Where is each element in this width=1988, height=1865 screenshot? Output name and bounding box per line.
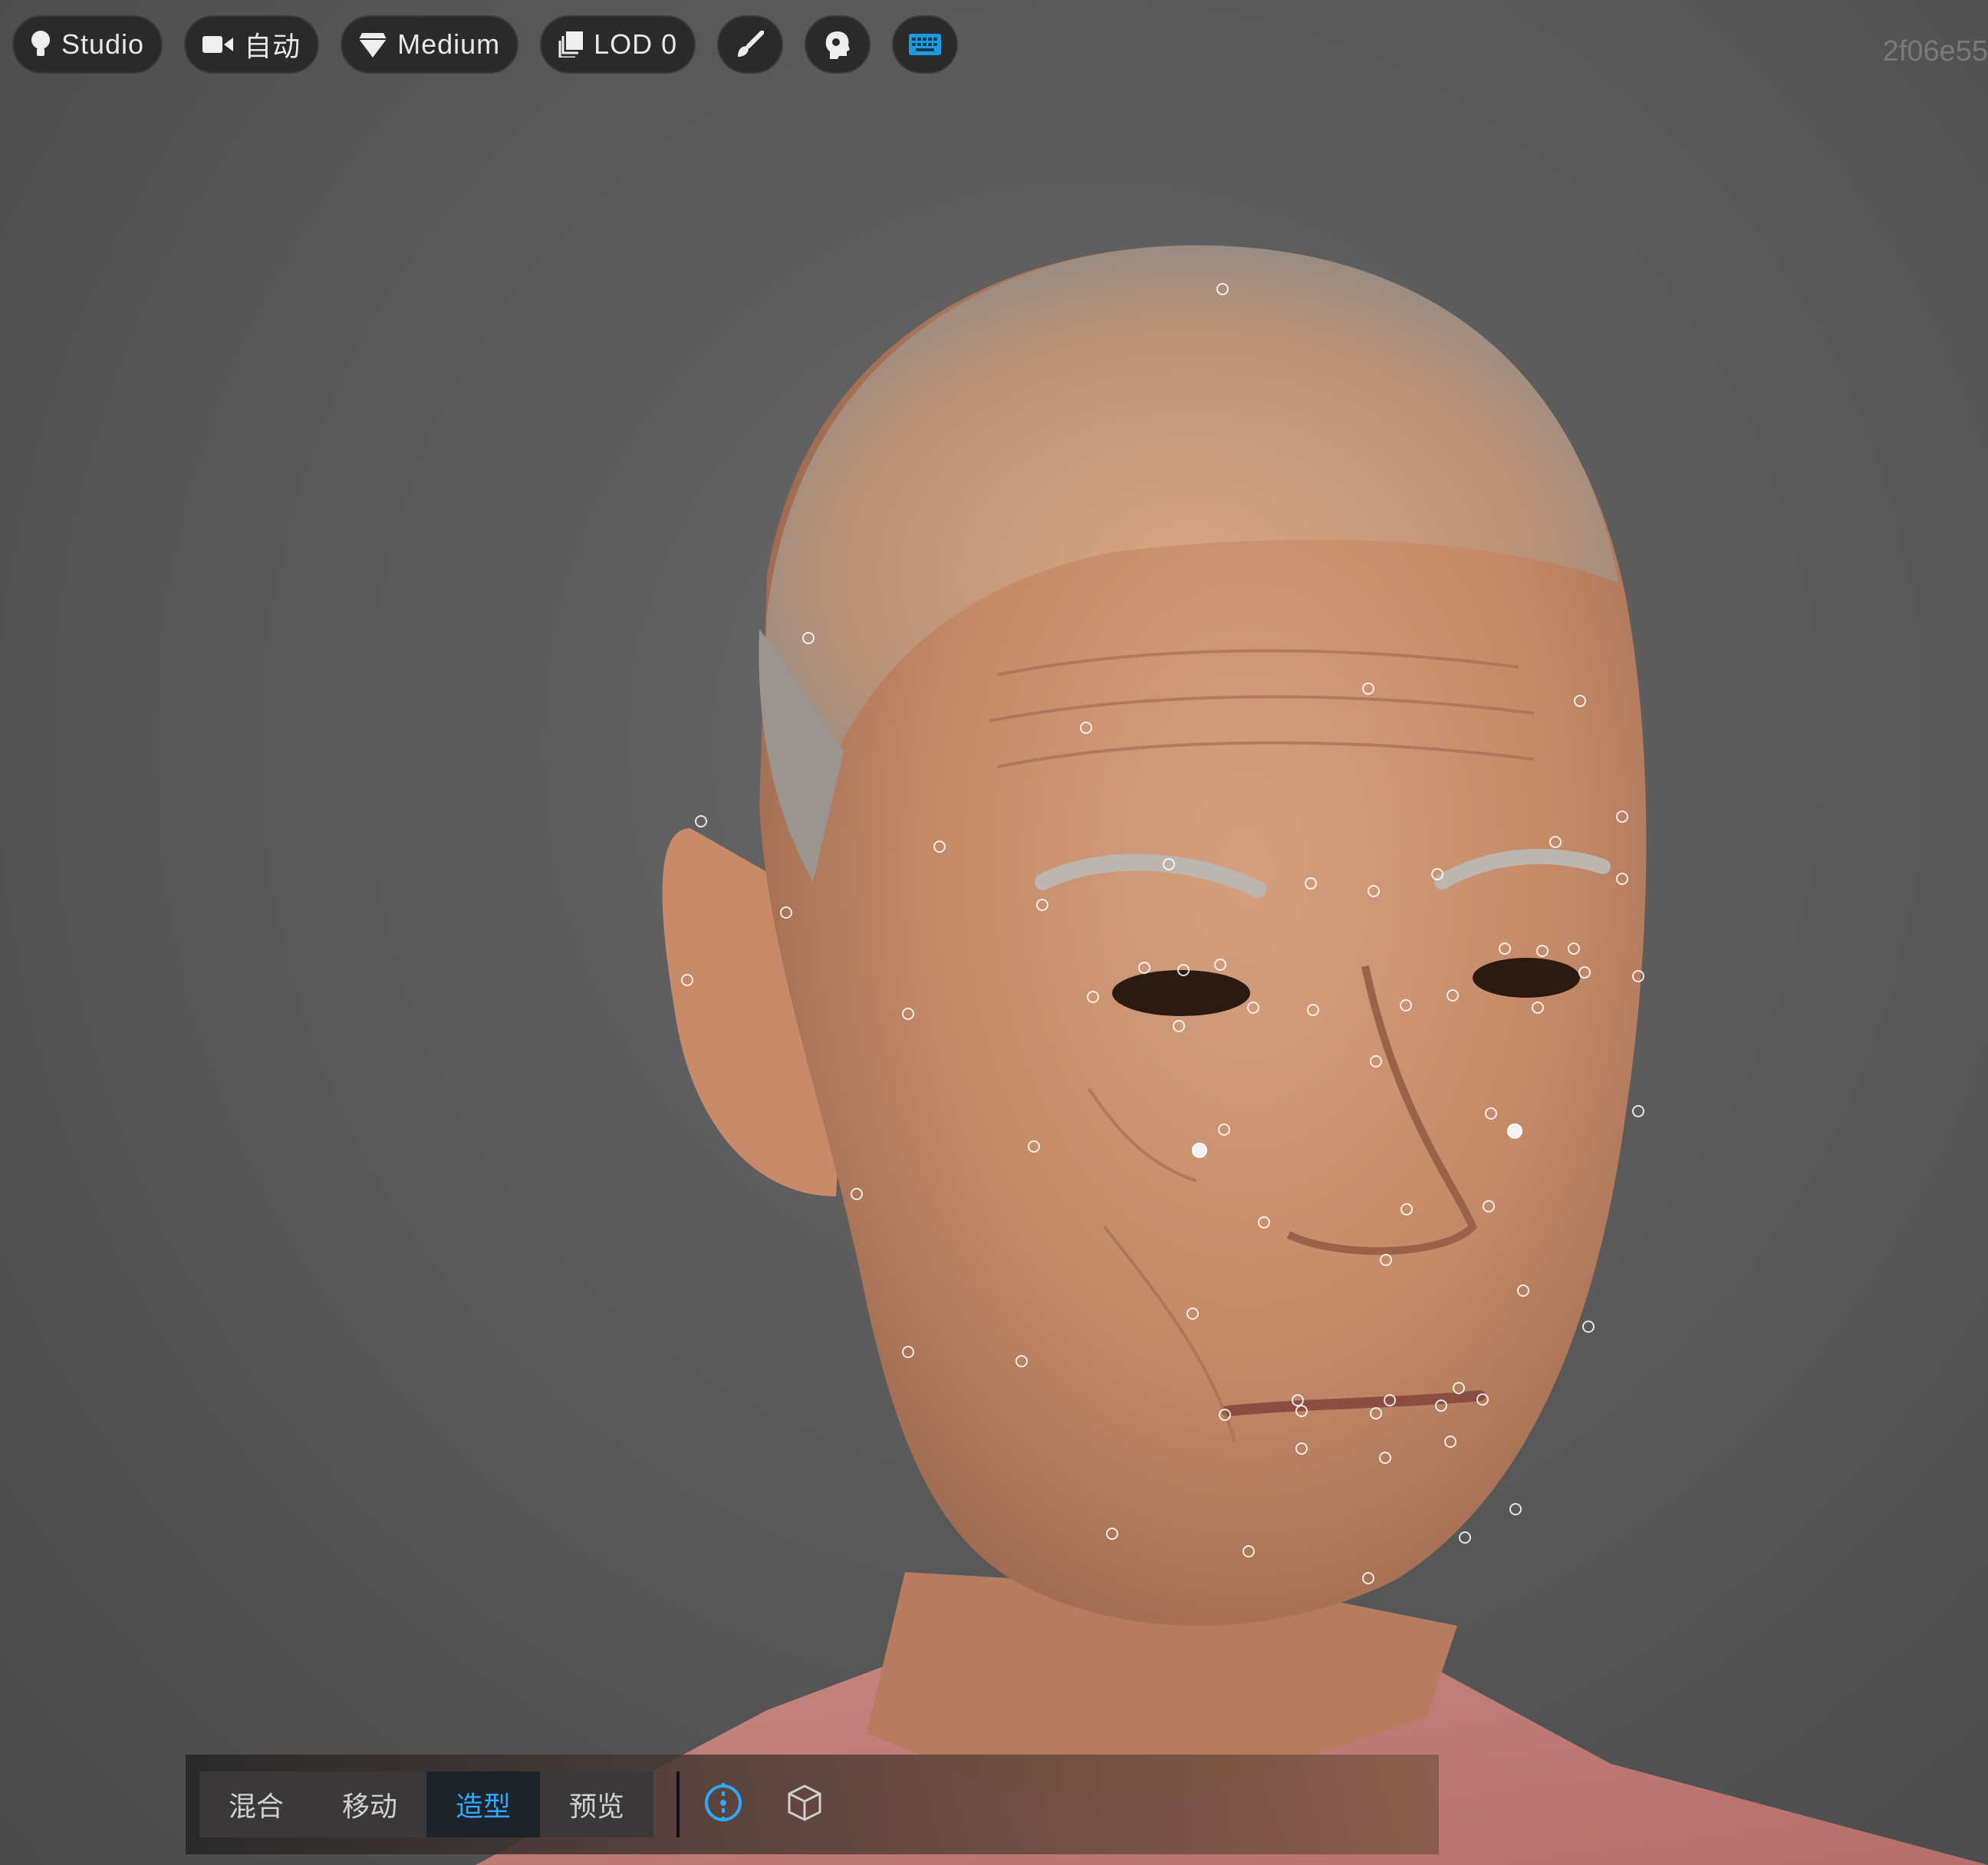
landmark-marker[interactable]: [1295, 1442, 1308, 1455]
landmark-marker[interactable]: [1138, 962, 1150, 974]
asset-id-label: 2f06e55: [1882, 35, 1988, 67]
landmark-marker[interactable]: [1028, 1140, 1040, 1153]
landmark-marker[interactable]: [1368, 885, 1380, 897]
landmark-marker[interactable]: [1485, 1107, 1497, 1120]
toolbar-divider: [676, 1771, 680, 1837]
landmark-marker[interactable]: [1380, 1254, 1392, 1266]
landmark-marker[interactable]: [1632, 970, 1644, 982]
camera-label: 自动: [244, 31, 301, 62]
lod-button[interactable]: LOD 0: [540, 15, 696, 74]
landmark-marker[interactable]: [1247, 1002, 1259, 1014]
landmark-marker[interactable]: [1106, 1528, 1118, 1540]
landmark-marker[interactable]: [1447, 989, 1459, 1002]
landmark-marker[interactable]: [1549, 836, 1562, 848]
pivot-tool-button[interactable]: [698, 1779, 749, 1830]
landmark-marker[interactable]: [1307, 1004, 1319, 1016]
landmark-marker[interactable]: [1574, 695, 1586, 707]
camera-button[interactable]: 自动: [184, 15, 320, 74]
landmark-marker[interactable]: [1379, 1452, 1391, 1464]
landmark-marker[interactable]: [1305, 877, 1317, 890]
mode-tabs: 混合 移动 造型 预览: [199, 1771, 653, 1837]
camera-icon: [202, 35, 234, 54]
landmark-marker[interactable]: [902, 1346, 914, 1358]
landmark-marker[interactable]: [1219, 1409, 1231, 1421]
gem-icon: [359, 31, 387, 58]
landmark-marker[interactable]: [802, 632, 815, 644]
pivot-icon: [703, 1782, 743, 1827]
landmark-marker-selected[interactable]: [1192, 1143, 1207, 1158]
landmark-marker[interactable]: [1532, 1002, 1544, 1014]
mode-toolbar: 混合 移动 造型 预览: [186, 1755, 1439, 1854]
landmark-marker[interactable]: [851, 1188, 863, 1200]
landmark-marker[interactable]: [1258, 1216, 1270, 1229]
landmark-marker[interactable]: [1362, 1572, 1374, 1584]
landmark-marker[interactable]: [1517, 1284, 1529, 1297]
landmark-marker-selected[interactable]: [1507, 1123, 1522, 1139]
landmark-marker[interactable]: [1459, 1531, 1471, 1544]
cube-icon: [785, 1783, 824, 1827]
landmark-marker[interactable]: [1163, 858, 1175, 870]
landmark-marker[interactable]: [1177, 964, 1190, 976]
landmark-marker[interactable]: [1536, 945, 1549, 957]
lighting-button[interactable]: Studio: [12, 15, 163, 74]
landmark-marker[interactable]: [1295, 1405, 1308, 1417]
landmark-marker[interactable]: [1578, 966, 1591, 979]
landmark-marker[interactable]: [1173, 1020, 1185, 1032]
head-icon: [824, 30, 851, 59]
landmark-marker[interactable]: [1509, 1503, 1522, 1515]
quality-label: Medium: [397, 28, 501, 60]
landmark-marker[interactable]: [1431, 868, 1443, 880]
tab-preview[interactable]: 预览: [540, 1771, 653, 1837]
lod-label: LOD 0: [594, 28, 678, 60]
layers-icon: [558, 31, 584, 58]
landmark-marker[interactable]: [1080, 722, 1092, 734]
landmark-marker[interactable]: [1218, 1123, 1230, 1136]
character-head: [476, 245, 1988, 1865]
landmark-marker[interactable]: [1216, 283, 1229, 295]
tab-sculpt[interactable]: 造型: [426, 1771, 540, 1837]
landmark-marker[interactable]: [1015, 1355, 1028, 1367]
landmark-marker[interactable]: [1499, 942, 1511, 955]
landmark-marker[interactable]: [1444, 1436, 1456, 1448]
head-button[interactable]: [805, 15, 871, 74]
landmark-marker[interactable]: [1400, 1203, 1413, 1215]
quality-button[interactable]: Medium: [341, 15, 519, 74]
landmark-marker[interactable]: [1036, 899, 1048, 911]
viewport-toolbar: Studio 自动 Medium LOD 0: [12, 15, 979, 74]
landmark-marker[interactable]: [780, 906, 792, 919]
landmark-marker[interactable]: [1087, 991, 1099, 1003]
cube-tool-button[interactable]: [779, 1779, 830, 1830]
brush-icon: [736, 31, 765, 58]
landmark-marker[interactable]: [1214, 959, 1226, 971]
landmark-marker[interactable]: [1582, 1321, 1595, 1333]
tab-move[interactable]: 移动: [313, 1771, 426, 1837]
landmark-marker[interactable]: [1632, 1105, 1644, 1117]
landmark-marker[interactable]: [1483, 1200, 1495, 1212]
landmark-marker[interactable]: [1400, 999, 1412, 1011]
landmark-marker[interactable]: [1370, 1055, 1382, 1067]
landmark-marker[interactable]: [933, 840, 946, 853]
landmark-marker[interactable]: [1384, 1394, 1396, 1406]
lighting-label: Studio: [61, 28, 145, 60]
landmark-marker[interactable]: [695, 815, 707, 827]
landmark-marker[interactable]: [902, 1008, 914, 1020]
lightbulb-icon: [31, 30, 51, 59]
keyboard-button[interactable]: [892, 15, 959, 74]
landmark-marker[interactable]: [1370, 1407, 1382, 1419]
landmark-marker[interactable]: [1476, 1393, 1489, 1406]
landmark-marker[interactable]: [1362, 683, 1374, 695]
viewport[interactable]: Studio 自动 Medium LOD 0 2f06e55 混合 移动 造型 …: [0, 0, 1988, 1865]
landmark-marker[interactable]: [1568, 942, 1580, 955]
tab-blend[interactable]: 混合: [199, 1771, 313, 1837]
landmark-marker[interactable]: [681, 974, 693, 986]
landmark-marker[interactable]: [1453, 1382, 1465, 1394]
landmark-marker[interactable]: [1187, 1307, 1199, 1320]
landmark-marker[interactable]: [1616, 811, 1628, 823]
landmark-marker[interactable]: [1616, 873, 1628, 885]
brush-button[interactable]: [717, 15, 784, 74]
keyboard-icon: [909, 34, 942, 55]
landmark-marker[interactable]: [1242, 1545, 1255, 1557]
landmark-marker[interactable]: [1435, 1400, 1447, 1412]
